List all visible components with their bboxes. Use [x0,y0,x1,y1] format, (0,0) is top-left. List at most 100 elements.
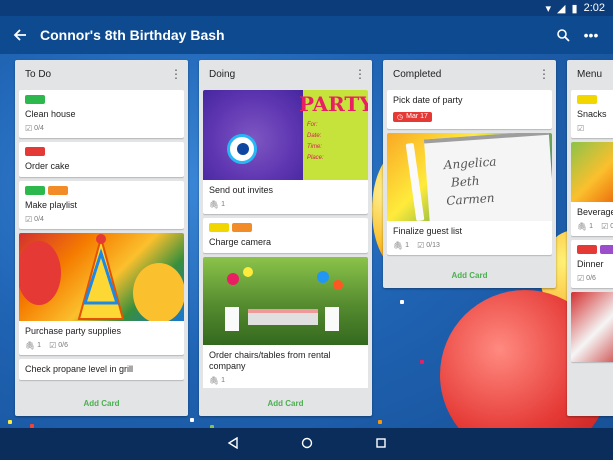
card-title: Order cake [25,161,70,171]
card-snacks[interactable]: Snacks ☑ [571,90,613,138]
checkbox-icon: ☑ [601,222,609,231]
checklist-badge: ☑ 0 [601,222,613,231]
search-icon[interactable] [549,16,577,54]
label-yellow [577,95,597,104]
card-title: Purchase party supplies [25,326,122,336]
card-send-out-invites[interactable]: PARTY For: Date: Time: Place: Send out i… [203,90,368,214]
checklist-badge: ☑ 0/6 [49,341,68,350]
card-dessert-image[interactable] [571,292,613,362]
label-purple [600,245,613,254]
card-list: Clean house ☑ 0/4 Order cake Make playlis… [19,90,184,388]
card-title: Snacks [577,109,607,119]
card-title: Finalize guest list [393,226,463,236]
card-title: Beverages [577,207,613,217]
invite-fields: For: Date: Time: Place: [307,122,324,161]
checkbox-icon: ☑ [577,124,585,133]
card-finalize-guest-list[interactable]: Angelica Beth Carmen Finalize guest list… [387,133,552,255]
wifi-icon: ▾ [545,2,552,15]
checkbox-icon: ☑ [49,341,57,350]
attachment-badge: 🖇 1 [393,241,410,250]
battery-icon: ▮ [571,2,578,15]
card-title: Check propane level in grill [25,364,134,374]
recents-nav-icon[interactable] [375,436,387,452]
checklist-badge: ☑ 0/6 [577,274,596,283]
monster-pupil [237,143,249,155]
card-check-propane[interactable]: Check propane level in grill [19,359,184,380]
attachment-badge: 🖇 1 [209,200,226,209]
more-options-icon[interactable]: ••• [577,16,605,54]
add-card-button[interactable]: Add Card [15,390,188,416]
board-title: Connor's 8th Birthday Bash [40,27,225,43]
confetti [8,420,12,424]
paperclip-icon: 🖇 [209,200,220,209]
beverages-image [571,142,613,202]
guest-list-notepad-image: Angelica Beth Carmen [387,133,552,221]
signal-icon: ◢ [557,2,566,15]
list-title: Completed [393,68,442,80]
paperclip-icon: 🖇 [577,222,588,231]
card-beverages[interactable]: Beverages 🖇1 ☑0 [571,142,613,236]
garden-party-image [203,257,368,345]
list-doing: Doing ⋮ PARTY For: Date: Time: Place: Se… [199,60,372,416]
paperclip-icon: 🖇 [209,376,220,385]
add-card-button[interactable]: Add Card [199,390,372,416]
card-charge-camera[interactable]: Charge camera [203,218,368,253]
party-invite-image: PARTY For: Date: Time: Place: [203,90,368,180]
guest-names: Angelica Beth Carmen [443,154,497,209]
checklist-badge: ☑ [577,124,584,133]
add-card-button[interactable]: Add Card [383,262,556,288]
list-menu-icon[interactable]: ⋮ [170,67,182,81]
list-header: To Do ⋮ [15,60,188,88]
card-order-chairs[interactable]: Order chairs/tables from rental company … [203,257,368,388]
checkbox-icon: ☑ [577,274,585,283]
pen-graphic [405,142,425,221]
list-menu-icon[interactable]: ⋮ [538,67,550,81]
card-title: Order chairs/tables from rental company [209,350,331,371]
back-arrow-icon[interactable] [0,16,40,54]
list-header: Menu [567,60,613,88]
card-title: Clean house [25,109,76,119]
list-title: Menu [577,68,603,80]
attachment-badge: 🖇 1 [577,222,594,231]
list-title: To Do [25,68,52,80]
label-yellow [209,223,229,232]
attachment-badge: 🖇 1 [25,341,42,350]
label-orange [48,186,68,195]
clock-icon: ◷ [397,114,404,121]
app-bar: Connor's 8th Birthday Bash ••• [0,16,613,54]
label-green [25,95,45,104]
list-todo: To Do ⋮ Clean house ☑ 0/4 Order cake Mak… [15,60,188,416]
list-menu: Menu Snacks ☑ Beverages 🖇1 ☑0 [567,60,613,416]
checkbox-icon: ☑ [25,124,33,133]
back-nav-icon[interactable] [227,436,239,452]
checklist-badge: ☑ 0/4 [25,124,44,133]
list-header: Doing ⋮ [199,60,372,88]
status-bar: ▾ ◢ ▮ 2:02 [0,0,613,16]
checkbox-icon: ☑ [417,241,425,250]
clock: 2:02 [583,2,605,14]
card-dinner[interactable]: Dinner ☑ 0/6 [571,240,613,288]
paperclip-icon: 🖇 [25,341,36,350]
card-make-playlist[interactable]: Make playlist ☑ 0/4 [19,181,184,229]
party-hats-image [19,233,184,321]
card-list: Snacks ☑ Beverages 🖇1 ☑0 Dinner ☑0 [571,90,613,388]
label-red [577,245,597,254]
list-title: Doing [209,68,236,80]
label-green [25,186,45,195]
card-purchase-party-supplies[interactable]: Purchase party supplies 🖇 1 ☑ 0/6 [19,233,184,355]
confetti [378,420,382,424]
card-title: Make playlist [25,200,78,210]
card-list: PARTY For: Date: Time: Place: Send out i… [203,90,368,388]
card-order-cake[interactable]: Order cake [19,142,184,177]
card-title: Charge camera [209,237,272,247]
list-menu-icon[interactable]: ⋮ [354,67,366,81]
home-nav-icon[interactable] [301,436,313,452]
monster-graphic [203,90,303,180]
card-pick-date[interactable]: Pick date of party ◷ Mar 17 [387,90,552,129]
card-clean-house[interactable]: Clean house ☑ 0/4 [19,90,184,138]
due-date-badge: ◷ Mar 17 [393,112,432,122]
list-completed: Completed ⋮ Pick date of party ◷ Mar 17 A… [383,60,556,288]
label-red [25,147,45,156]
confetti [400,300,404,304]
checklist-badge: ☑ 0/4 [25,215,44,224]
